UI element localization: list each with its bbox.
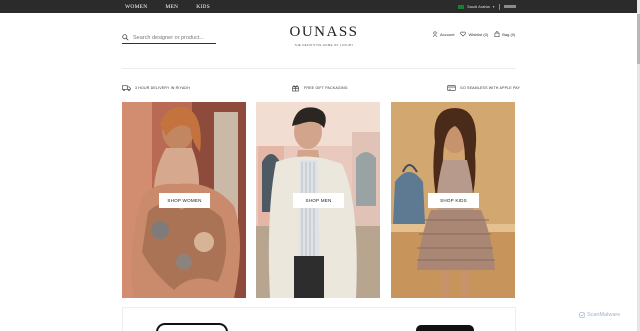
country-selector[interactable]: Saudi Arabia ▾ xyxy=(458,3,501,10)
gift-icon xyxy=(292,85,299,92)
top-bar: WOMEN MEN KIDS Saudi Arabia ▾ xyxy=(0,0,640,13)
shop-men-button[interactable]: SHOP MEN xyxy=(293,193,344,208)
search-icon xyxy=(122,34,129,41)
bag-link[interactable]: Bag (0) xyxy=(494,31,515,37)
logo-tagline: THE DEFINITIVE HOME OF LUXURY xyxy=(294,43,354,47)
logo-wordmark: OUNASS xyxy=(289,24,359,40)
card-icon xyxy=(447,85,456,91)
flag-icon xyxy=(458,4,464,9)
account-area: Account Wishlist (0) Bag (0) xyxy=(432,30,515,38)
search-input[interactable]: Search designer or product... xyxy=(133,35,204,41)
phone-outline xyxy=(156,323,228,331)
site-logo[interactable]: OUNASS THE DEFINITIVE HOME OF LUXURY xyxy=(287,24,361,47)
watermark-label: ScanMalware xyxy=(587,312,621,318)
chevron-down-icon: ▾ xyxy=(492,4,495,9)
card-women[interactable]: SHOP WOMEN xyxy=(122,102,246,298)
nav-women[interactable]: WOMEN xyxy=(125,4,147,10)
scanmalware-icon xyxy=(579,312,585,318)
card-men[interactable]: SHOP MEN xyxy=(256,102,380,298)
header-divider xyxy=(122,68,516,69)
feature-gift: FREE GIFT PACKAGING xyxy=(291,84,348,92)
nav-men[interactable]: MEN xyxy=(165,4,178,10)
account-label: Account xyxy=(440,31,455,37)
feature-delivery-label: 3 HOUR DELIVERY IN RIYADH xyxy=(135,86,190,90)
card-kids[interactable]: SHOP KIDS xyxy=(391,102,515,298)
feature-applepay: GO SEAMLESS WITH APPLE PAY xyxy=(447,84,520,92)
country-label: Saudi Arabia xyxy=(467,4,490,9)
feature-gift-label: FREE GIFT PACKAGING xyxy=(304,86,348,90)
watermark: ScanMalware xyxy=(579,312,620,318)
nav-kids[interactable]: KIDS xyxy=(196,4,210,10)
shop-women-button[interactable]: SHOP WOMEN xyxy=(159,193,210,208)
user-icon xyxy=(432,31,438,37)
feature-delivery: 3 HOUR DELIVERY IN RIYADH xyxy=(122,84,190,92)
divider xyxy=(499,3,501,10)
language-selector[interactable] xyxy=(504,5,516,8)
shop-kids-button[interactable]: SHOP KIDS xyxy=(428,193,479,208)
feature-applepay-label: GO SEAMLESS WITH APPLE PAY xyxy=(460,86,521,90)
truck-icon xyxy=(122,85,131,92)
account-link[interactable]: Account xyxy=(432,31,454,37)
phone-device xyxy=(416,325,474,331)
bag-icon xyxy=(494,31,500,37)
page: WOMEN MEN KIDS Saudi Arabia ▾ Search des… xyxy=(0,0,640,331)
bag-label: Bag (0) xyxy=(502,31,516,37)
heart-icon xyxy=(460,31,467,37)
wishlist-link[interactable]: Wishlist (0) xyxy=(460,31,488,37)
search-bar[interactable]: Search designer or product... xyxy=(122,32,216,44)
wishlist-label: Wishlist (0) xyxy=(468,31,489,37)
top-nav: WOMEN MEN KIDS xyxy=(125,0,210,13)
